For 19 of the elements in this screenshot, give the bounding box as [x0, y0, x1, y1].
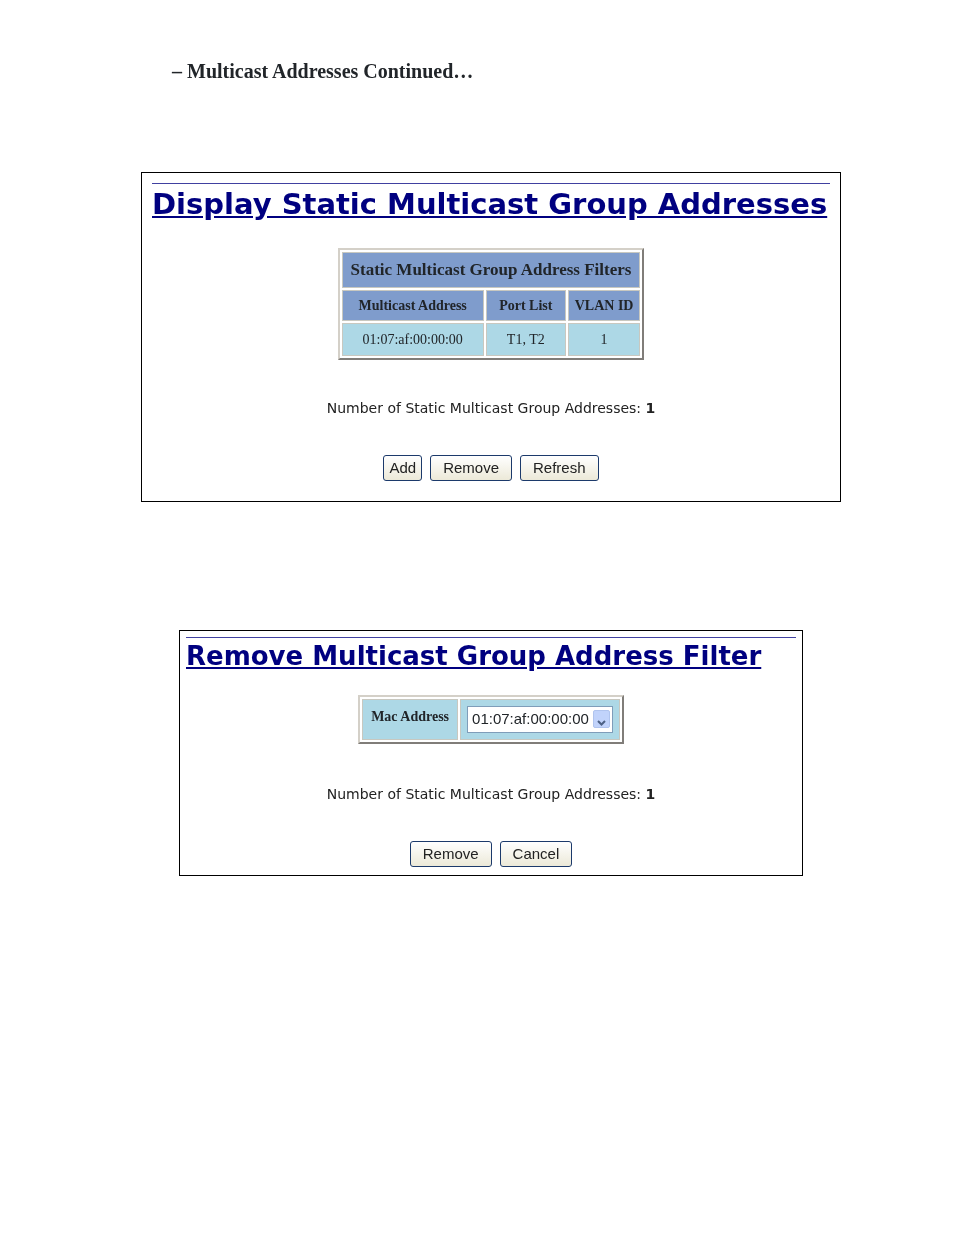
action-button[interactable]: Refresh — [520, 454, 599, 482]
column-header: Port List — [485, 289, 566, 321]
action-button[interactable]: Remove — [430, 454, 512, 482]
page-heading: – Multicast Addresses Continued… — [172, 59, 474, 84]
field-label: Mac Address — [362, 698, 459, 740]
table-caption: Static Multicast Group Address Filters — [341, 252, 641, 288]
panel-title: Display Static Multicast Group Addresses — [152, 183, 830, 223]
action-button[interactable]: Cancel — [499, 840, 573, 868]
panel-title: Remove Multicast Group Address Filter — [186, 637, 796, 673]
action-button[interactable]: Add — [383, 454, 423, 482]
column-header: VLAN ID — [567, 289, 641, 321]
table-cell: T1, T2 — [485, 322, 566, 356]
column-header: Multicast Address — [341, 289, 484, 321]
count-text: Number of Static Multicast Group Addresses: 1 — [326, 399, 656, 416]
action-button[interactable]: Remove — [409, 840, 492, 868]
count-text: Number of Static Multicast Group Addresses: 1 — [326, 785, 656, 802]
table-cell: 1 — [567, 322, 641, 356]
mac-address-dropdown[interactable]: 01:07:af:00:00:00 — [467, 706, 613, 733]
table-cell: 01:07:af:00:00:00 — [341, 322, 484, 356]
